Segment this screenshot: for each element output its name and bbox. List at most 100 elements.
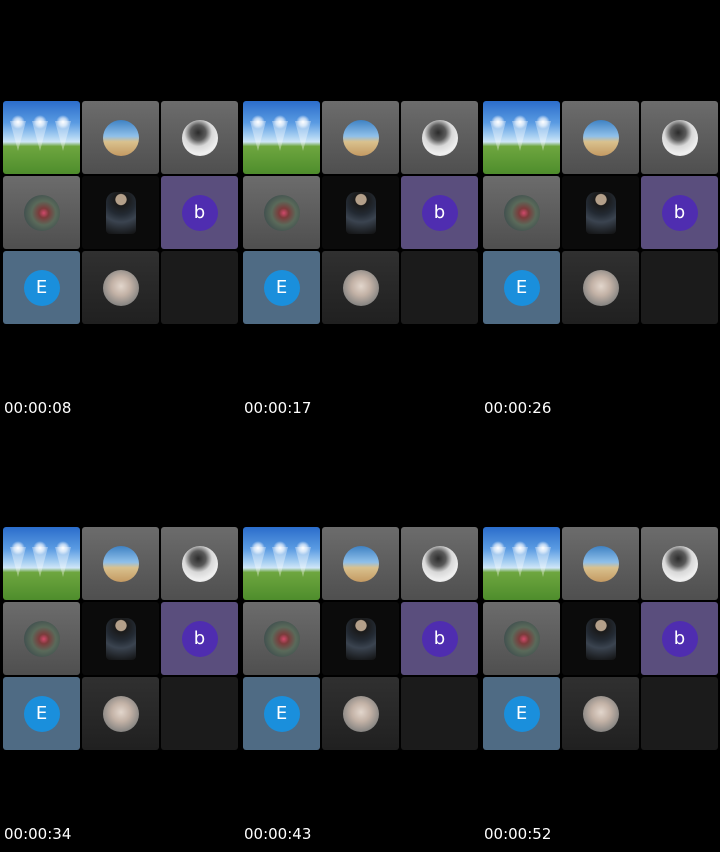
face-avatar — [102, 695, 139, 732]
tile-avatar-beach[interactable] — [562, 101, 639, 174]
tile-avatar-tree[interactable] — [401, 527, 478, 600]
video-frame: b E 00:00:17 — [240, 0, 480, 426]
beach-avatar — [342, 545, 379, 582]
tile-avatar-beach[interactable] — [322, 527, 399, 600]
tile-empty — [161, 251, 238, 324]
tile-avatar-letter-b[interactable]: b — [161, 602, 238, 675]
letter-b-avatar: b — [421, 194, 458, 231]
frame-timestamp: 00:00:08 — [4, 399, 72, 417]
tile-avatar-face[interactable] — [322, 677, 399, 750]
tile-stadium-wallpaper[interactable] — [3, 101, 80, 174]
tile-avatar-beach[interactable] — [82, 527, 159, 600]
person-standing-photo — [585, 191, 616, 234]
tile-avatar-face[interactable] — [82, 677, 159, 750]
person-standing-photo — [105, 617, 136, 660]
tile-avatar-person[interactable] — [3, 602, 80, 675]
letter-b-avatar: b — [181, 620, 218, 657]
letter-b-avatar: b — [181, 194, 218, 231]
tile-stadium-wallpaper[interactable] — [3, 527, 80, 600]
beach-avatar — [102, 119, 139, 156]
tile-photo-person-standing[interactable] — [562, 602, 639, 675]
tile-grid: b E — [483, 527, 718, 750]
tile-stadium-wallpaper[interactable] — [483, 101, 560, 174]
tree-avatar — [181, 545, 218, 582]
tile-avatar-letter-e[interactable]: E — [3, 677, 80, 750]
tile-avatar-tree[interactable] — [401, 101, 478, 174]
tile-stadium-wallpaper[interactable] — [483, 527, 560, 600]
tile-avatar-person[interactable] — [483, 176, 560, 249]
tile-photo-person-standing[interactable] — [322, 176, 399, 249]
video-frame: b E 00:00:43 — [240, 426, 480, 852]
face-avatar — [342, 695, 379, 732]
tile-stadium-wallpaper[interactable] — [243, 101, 320, 174]
frame-timestamp: 00:00:43 — [244, 825, 312, 843]
tile-avatar-person[interactable] — [3, 176, 80, 249]
tile-avatar-letter-e[interactable]: E — [3, 251, 80, 324]
person-avatar — [503, 620, 540, 657]
beach-avatar — [102, 545, 139, 582]
tile-avatar-letter-e[interactable]: E — [243, 677, 320, 750]
tile-avatar-tree[interactable] — [641, 527, 718, 600]
tile-avatar-letter-e[interactable]: E — [243, 251, 320, 324]
tile-grid: b E — [3, 101, 238, 324]
letter-b-avatar: b — [661, 194, 698, 231]
person-standing-photo — [345, 617, 376, 660]
tile-avatar-face[interactable] — [562, 677, 639, 750]
tile-avatar-beach[interactable] — [82, 101, 159, 174]
video-frame: b E 00:00:52 — [480, 426, 720, 852]
tree-avatar — [661, 119, 698, 156]
face-avatar — [582, 269, 619, 306]
tree-avatar — [181, 119, 218, 156]
tree-avatar — [421, 119, 458, 156]
tile-avatar-beach[interactable] — [322, 101, 399, 174]
beach-avatar — [342, 119, 379, 156]
tree-avatar — [421, 545, 458, 582]
beach-avatar — [582, 545, 619, 582]
tile-avatar-letter-b[interactable]: b — [641, 176, 718, 249]
person-avatar — [263, 620, 300, 657]
letter-e-avatar: E — [23, 269, 60, 306]
video-frame: b E 00:00:26 — [480, 0, 720, 426]
letter-b-avatar: b — [421, 620, 458, 657]
tile-avatar-tree[interactable] — [641, 101, 718, 174]
tile-photo-person-standing[interactable] — [562, 176, 639, 249]
letter-e-avatar: E — [263, 269, 300, 306]
tile-avatar-tree[interactable] — [161, 527, 238, 600]
frame-timestamp: 00:00:52 — [484, 825, 552, 843]
tree-avatar — [661, 545, 698, 582]
person-standing-photo — [345, 191, 376, 234]
tile-photo-person-standing[interactable] — [82, 176, 159, 249]
video-frame: b E 00:00:08 — [0, 0, 240, 426]
tile-avatar-face[interactable] — [562, 251, 639, 324]
tile-grid: b E — [3, 527, 238, 750]
tile-photo-person-standing[interactable] — [322, 602, 399, 675]
tile-avatar-letter-b[interactable]: b — [161, 176, 238, 249]
tile-avatar-beach[interactable] — [562, 527, 639, 600]
tile-avatar-face[interactable] — [322, 251, 399, 324]
tile-grid: b E — [483, 101, 718, 324]
person-avatar — [263, 194, 300, 231]
tile-empty — [641, 677, 718, 750]
tile-avatar-letter-b[interactable]: b — [641, 602, 718, 675]
tile-avatar-letter-b[interactable]: b — [401, 602, 478, 675]
letter-e-avatar: E — [503, 695, 540, 732]
video-frame: b E 00:00:34 — [0, 426, 240, 852]
tile-avatar-person[interactable] — [483, 602, 560, 675]
tile-avatar-letter-e[interactable]: E — [483, 251, 560, 324]
tile-stadium-wallpaper[interactable] — [243, 527, 320, 600]
tile-avatar-tree[interactable] — [161, 101, 238, 174]
tile-grid: b E — [243, 101, 478, 324]
letter-e-avatar: E — [23, 695, 60, 732]
face-avatar — [582, 695, 619, 732]
tile-avatar-letter-b[interactable]: b — [401, 176, 478, 249]
person-avatar — [23, 620, 60, 657]
person-standing-photo — [585, 617, 616, 660]
tile-avatar-person[interactable] — [243, 176, 320, 249]
tile-empty — [401, 251, 478, 324]
tile-avatar-face[interactable] — [82, 251, 159, 324]
letter-b-avatar: b — [661, 620, 698, 657]
tile-avatar-letter-e[interactable]: E — [483, 677, 560, 750]
frame-timestamp: 00:00:34 — [4, 825, 72, 843]
tile-avatar-person[interactable] — [243, 602, 320, 675]
tile-photo-person-standing[interactable] — [82, 602, 159, 675]
